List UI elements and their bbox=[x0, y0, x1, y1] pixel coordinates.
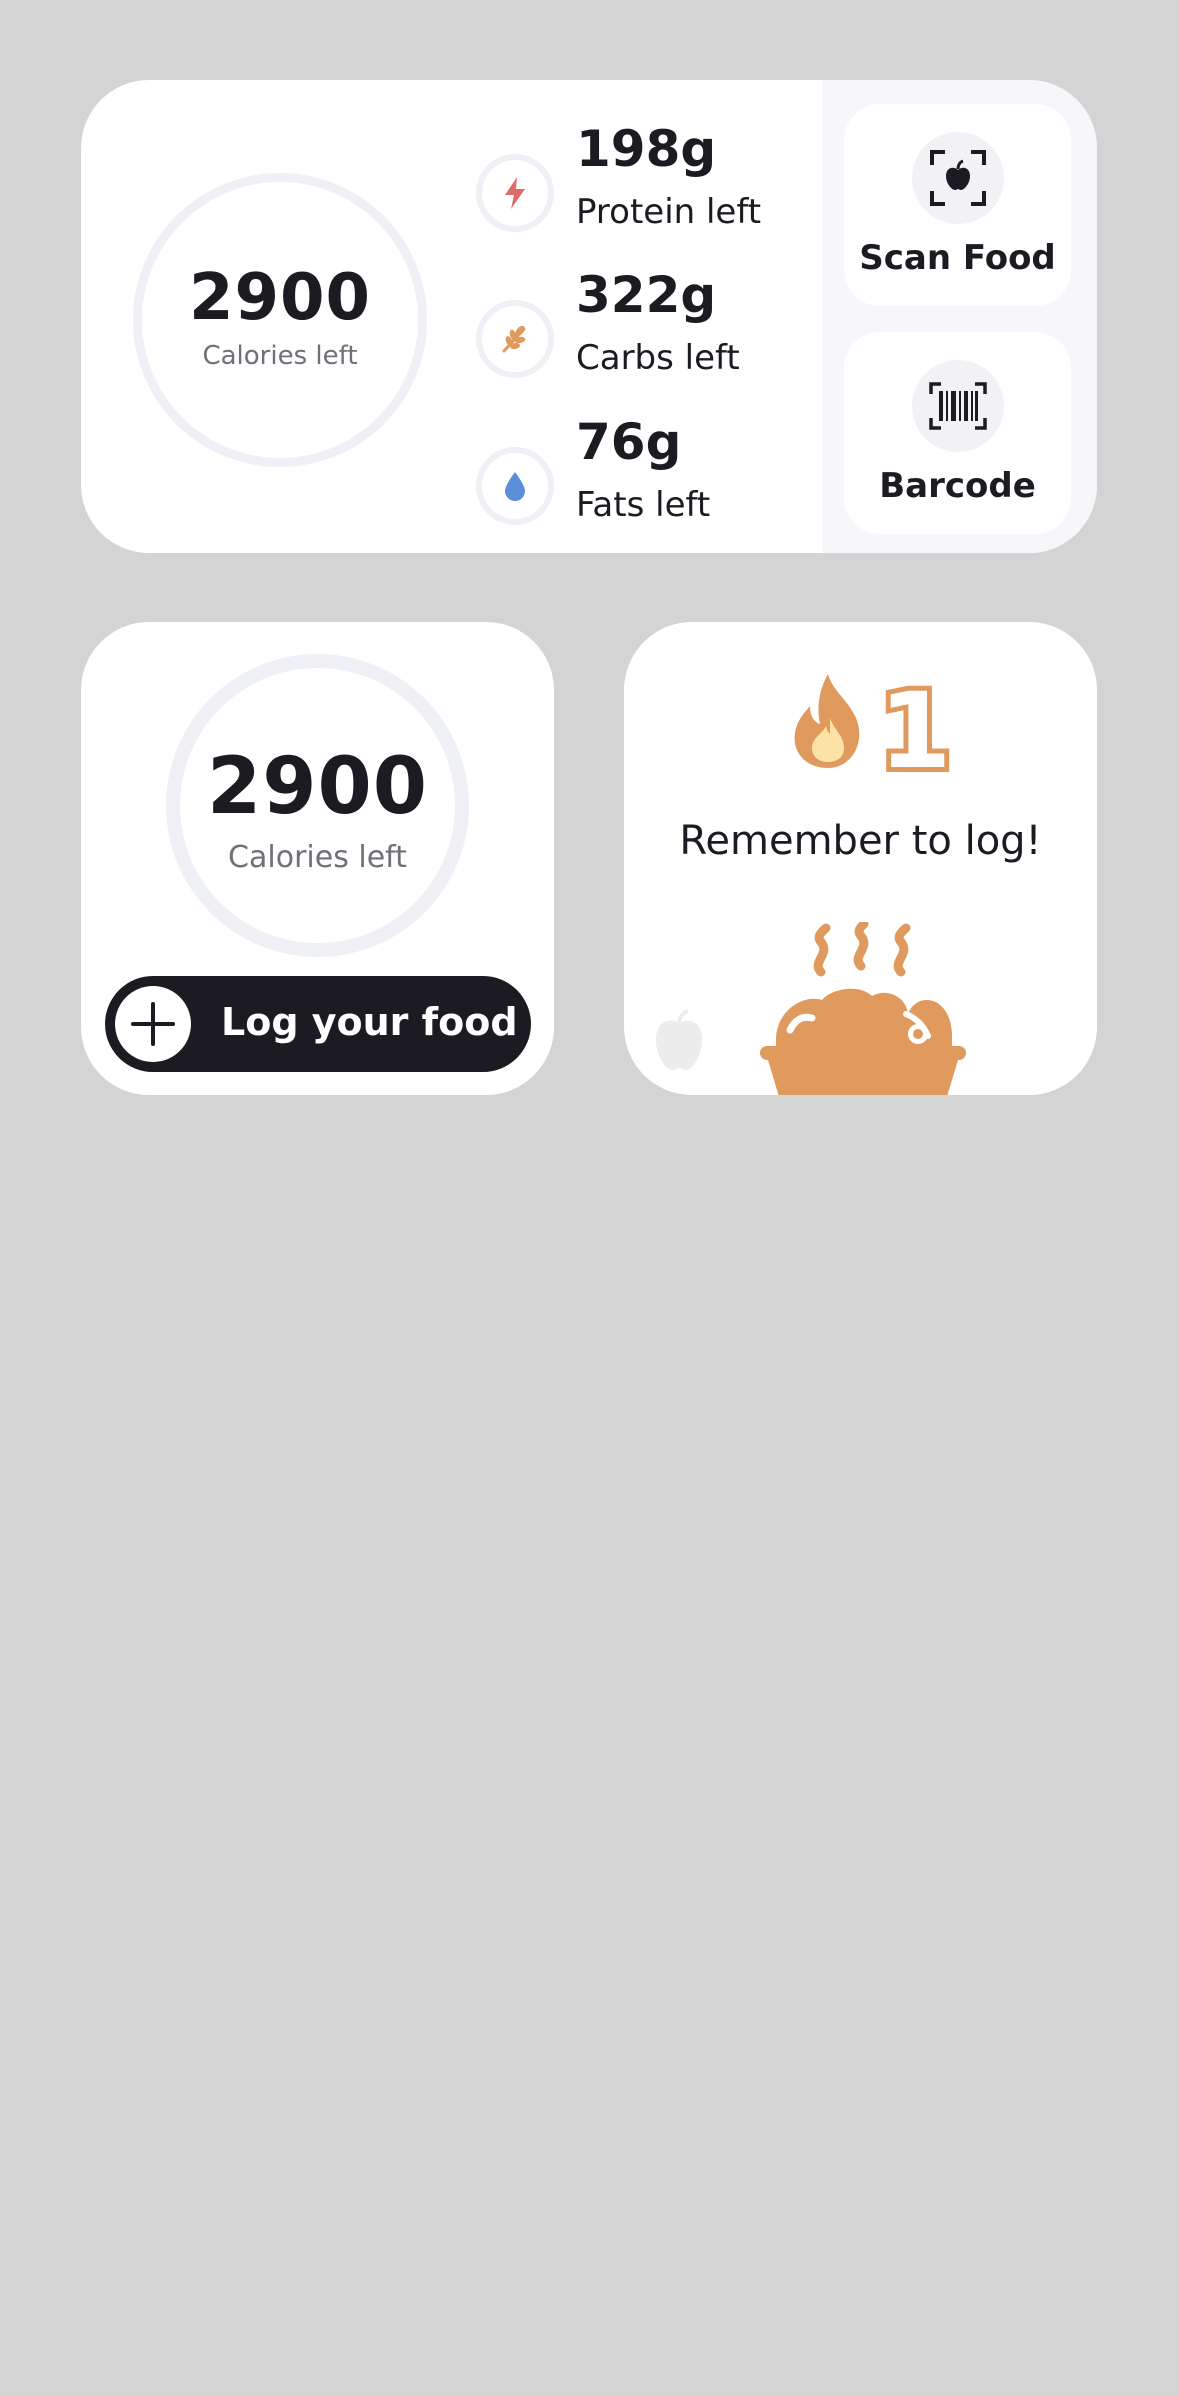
fats-label: Fats left bbox=[576, 485, 711, 525]
reminder-text: Remember to log! bbox=[679, 818, 1042, 864]
streak-widget[interactable]: 1 Remember to log! bbox=[624, 622, 1097, 1095]
streak-row: 1 bbox=[624, 665, 1097, 797]
calories-value-small: 2900 bbox=[206, 742, 429, 832]
carbs-label: Carbs left bbox=[576, 338, 740, 378]
wheat-icon bbox=[476, 300, 554, 378]
barcode-label: Barcode bbox=[879, 466, 1036, 506]
calories-value: 2900 bbox=[188, 261, 372, 335]
apple-icon bbox=[650, 1008, 708, 1076]
carbs-value: 322g bbox=[576, 266, 717, 324]
quick-actions-panel: Scan Food Barcode bbox=[822, 80, 1097, 553]
droplet-icon bbox=[476, 447, 554, 525]
protein-value: 198g bbox=[576, 120, 717, 178]
calories-macros-widget[interactable]: 2900 Calories left 198g Protein left 322… bbox=[81, 80, 1097, 553]
log-food-widget[interactable]: 2900 Calories left Log your food bbox=[81, 622, 554, 1095]
scan-food-icon bbox=[912, 132, 1004, 224]
protein-label: Protein left bbox=[576, 192, 762, 232]
log-food-label: Log your food bbox=[221, 1000, 518, 1044]
flame-icon bbox=[790, 672, 866, 776]
barcode-icon bbox=[912, 360, 1004, 452]
scan-food-button[interactable]: Scan Food bbox=[844, 104, 1071, 306]
calories-ring: 2900 Calories left bbox=[133, 173, 427, 467]
scan-food-label: Scan Food bbox=[859, 238, 1056, 278]
lightning-icon bbox=[476, 154, 554, 232]
food-bowl-icon bbox=[756, 919, 966, 1095]
barcode-button[interactable]: Barcode bbox=[844, 332, 1071, 534]
calories-label: Calories left bbox=[202, 341, 358, 371]
plus-icon bbox=[115, 986, 191, 1062]
fats-value: 76g bbox=[576, 413, 682, 471]
calories-label-small: Calories left bbox=[228, 840, 407, 875]
log-food-button[interactable]: Log your food bbox=[105, 976, 531, 1072]
streak-count: 1 bbox=[874, 665, 956, 797]
calories-ring-small: 2900 Calories left bbox=[166, 654, 469, 957]
